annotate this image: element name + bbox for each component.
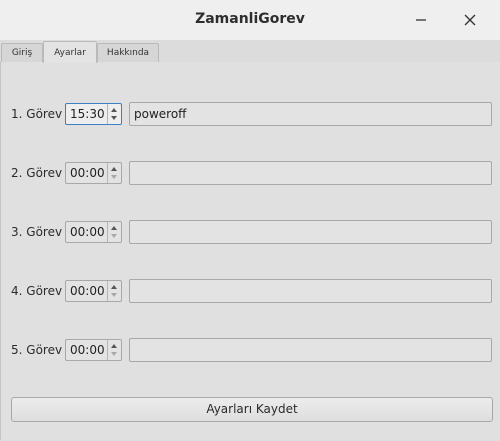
task-2-command-field[interactable] — [129, 161, 492, 185]
chevron-up-icon[interactable] — [111, 285, 117, 289]
close-icon — [464, 14, 476, 26]
chevron-up-icon[interactable] — [111, 167, 117, 171]
save-settings-button[interactable]: Ayarları Kaydet — [11, 397, 493, 422]
chevron-down-icon[interactable] — [111, 352, 117, 356]
chevron-down-icon[interactable] — [111, 234, 117, 238]
task-5-spin-buttons[interactable] — [107, 340, 121, 360]
task-4-time-spinbox[interactable]: 00:00 — [65, 280, 122, 302]
minimize-icon — [416, 19, 426, 21]
task-3-time-spinbox[interactable]: 00:00 — [65, 221, 122, 243]
chevron-down-icon[interactable] — [111, 293, 117, 297]
chevron-up-icon[interactable] — [111, 344, 117, 348]
task-3-time-value: 00:00 — [70, 225, 105, 239]
task-4-label: 4. Görev — [11, 284, 63, 298]
tab-ayarlar[interactable]: Ayarlar — [43, 41, 97, 63]
task-5-command-field[interactable] — [129, 338, 492, 362]
chevron-up-icon[interactable] — [111, 108, 117, 112]
task-3-label: 3. Görev — [11, 225, 63, 239]
chevron-down-icon[interactable] — [111, 116, 117, 120]
task-1-spin-buttons[interactable] — [107, 104, 121, 124]
task-4-spin-buttons[interactable] — [107, 281, 121, 301]
task-4-time-value: 00:00 — [70, 284, 105, 298]
task-2-time-spinbox[interactable]: 00:00 — [65, 162, 122, 184]
tab-giris[interactable]: Giriş — [1, 43, 43, 62]
chevron-down-icon[interactable] — [111, 175, 117, 179]
task-3-spin-buttons[interactable] — [107, 222, 121, 242]
task-1-time-value: 15:30 — [70, 107, 105, 121]
title-bar: ZamanliGorev — [0, 0, 500, 40]
task-1-time-spinbox[interactable]: 15:30 — [65, 103, 122, 125]
task-3-command-field[interactable] — [129, 220, 492, 244]
close-button[interactable] — [458, 8, 482, 32]
minimize-button[interactable] — [409, 8, 433, 32]
task-2-time-value: 00:00 — [70, 166, 105, 180]
task-4-command-field[interactable] — [129, 279, 492, 303]
tab-hakkinda[interactable]: Hakkında — [97, 43, 159, 62]
task-2-spin-buttons[interactable] — [107, 163, 121, 183]
task-5-time-spinbox[interactable]: 00:00 — [65, 339, 122, 361]
chevron-up-icon[interactable] — [111, 226, 117, 230]
task-1-label: 1. Görev — [11, 107, 63, 121]
task-2-label: 2. Görev — [11, 166, 63, 180]
task-1-command-field[interactable]: poweroff — [129, 102, 492, 126]
task-5-label: 5. Görev — [11, 343, 63, 357]
task-5-time-value: 00:00 — [70, 343, 105, 357]
